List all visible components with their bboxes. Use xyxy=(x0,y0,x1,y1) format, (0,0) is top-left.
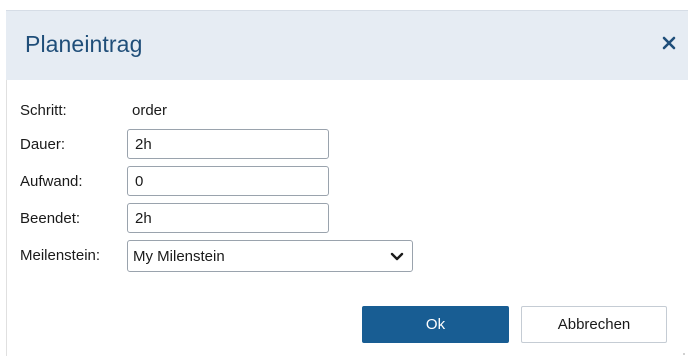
cancel-button[interactable]: Abbrechen xyxy=(521,306,667,343)
ok-button[interactable]: Ok xyxy=(362,306,509,343)
meilenstein-selected-value: My Milenstein xyxy=(133,247,225,265)
close-icon[interactable] xyxy=(658,31,680,55)
dauer-label: Dauer: xyxy=(20,136,66,153)
meilenstein-select[interactable]: My Milenstein xyxy=(127,240,413,272)
schritt-label: Schritt: xyxy=(20,102,67,119)
aufwand-field[interactable] xyxy=(127,166,329,196)
schritt-value: order xyxy=(132,102,168,119)
beendet-field[interactable] xyxy=(127,203,329,233)
chevron-down-icon xyxy=(390,250,404,267)
dialog-title: Planeintrag xyxy=(25,31,143,57)
aufwand-label: Aufwand: xyxy=(20,173,83,190)
dialog-titlebar: Planeintrag xyxy=(6,10,688,80)
dauer-field[interactable] xyxy=(127,129,329,159)
resize-grip-icon[interactable] xyxy=(678,346,686,355)
planeintrag-dialog: Planeintrag Schritt: order Dauer: Aufwan… xyxy=(0,0,688,356)
beendet-label: Beendet: xyxy=(20,210,81,227)
meilenstein-label: Meilenstein: xyxy=(20,247,101,264)
